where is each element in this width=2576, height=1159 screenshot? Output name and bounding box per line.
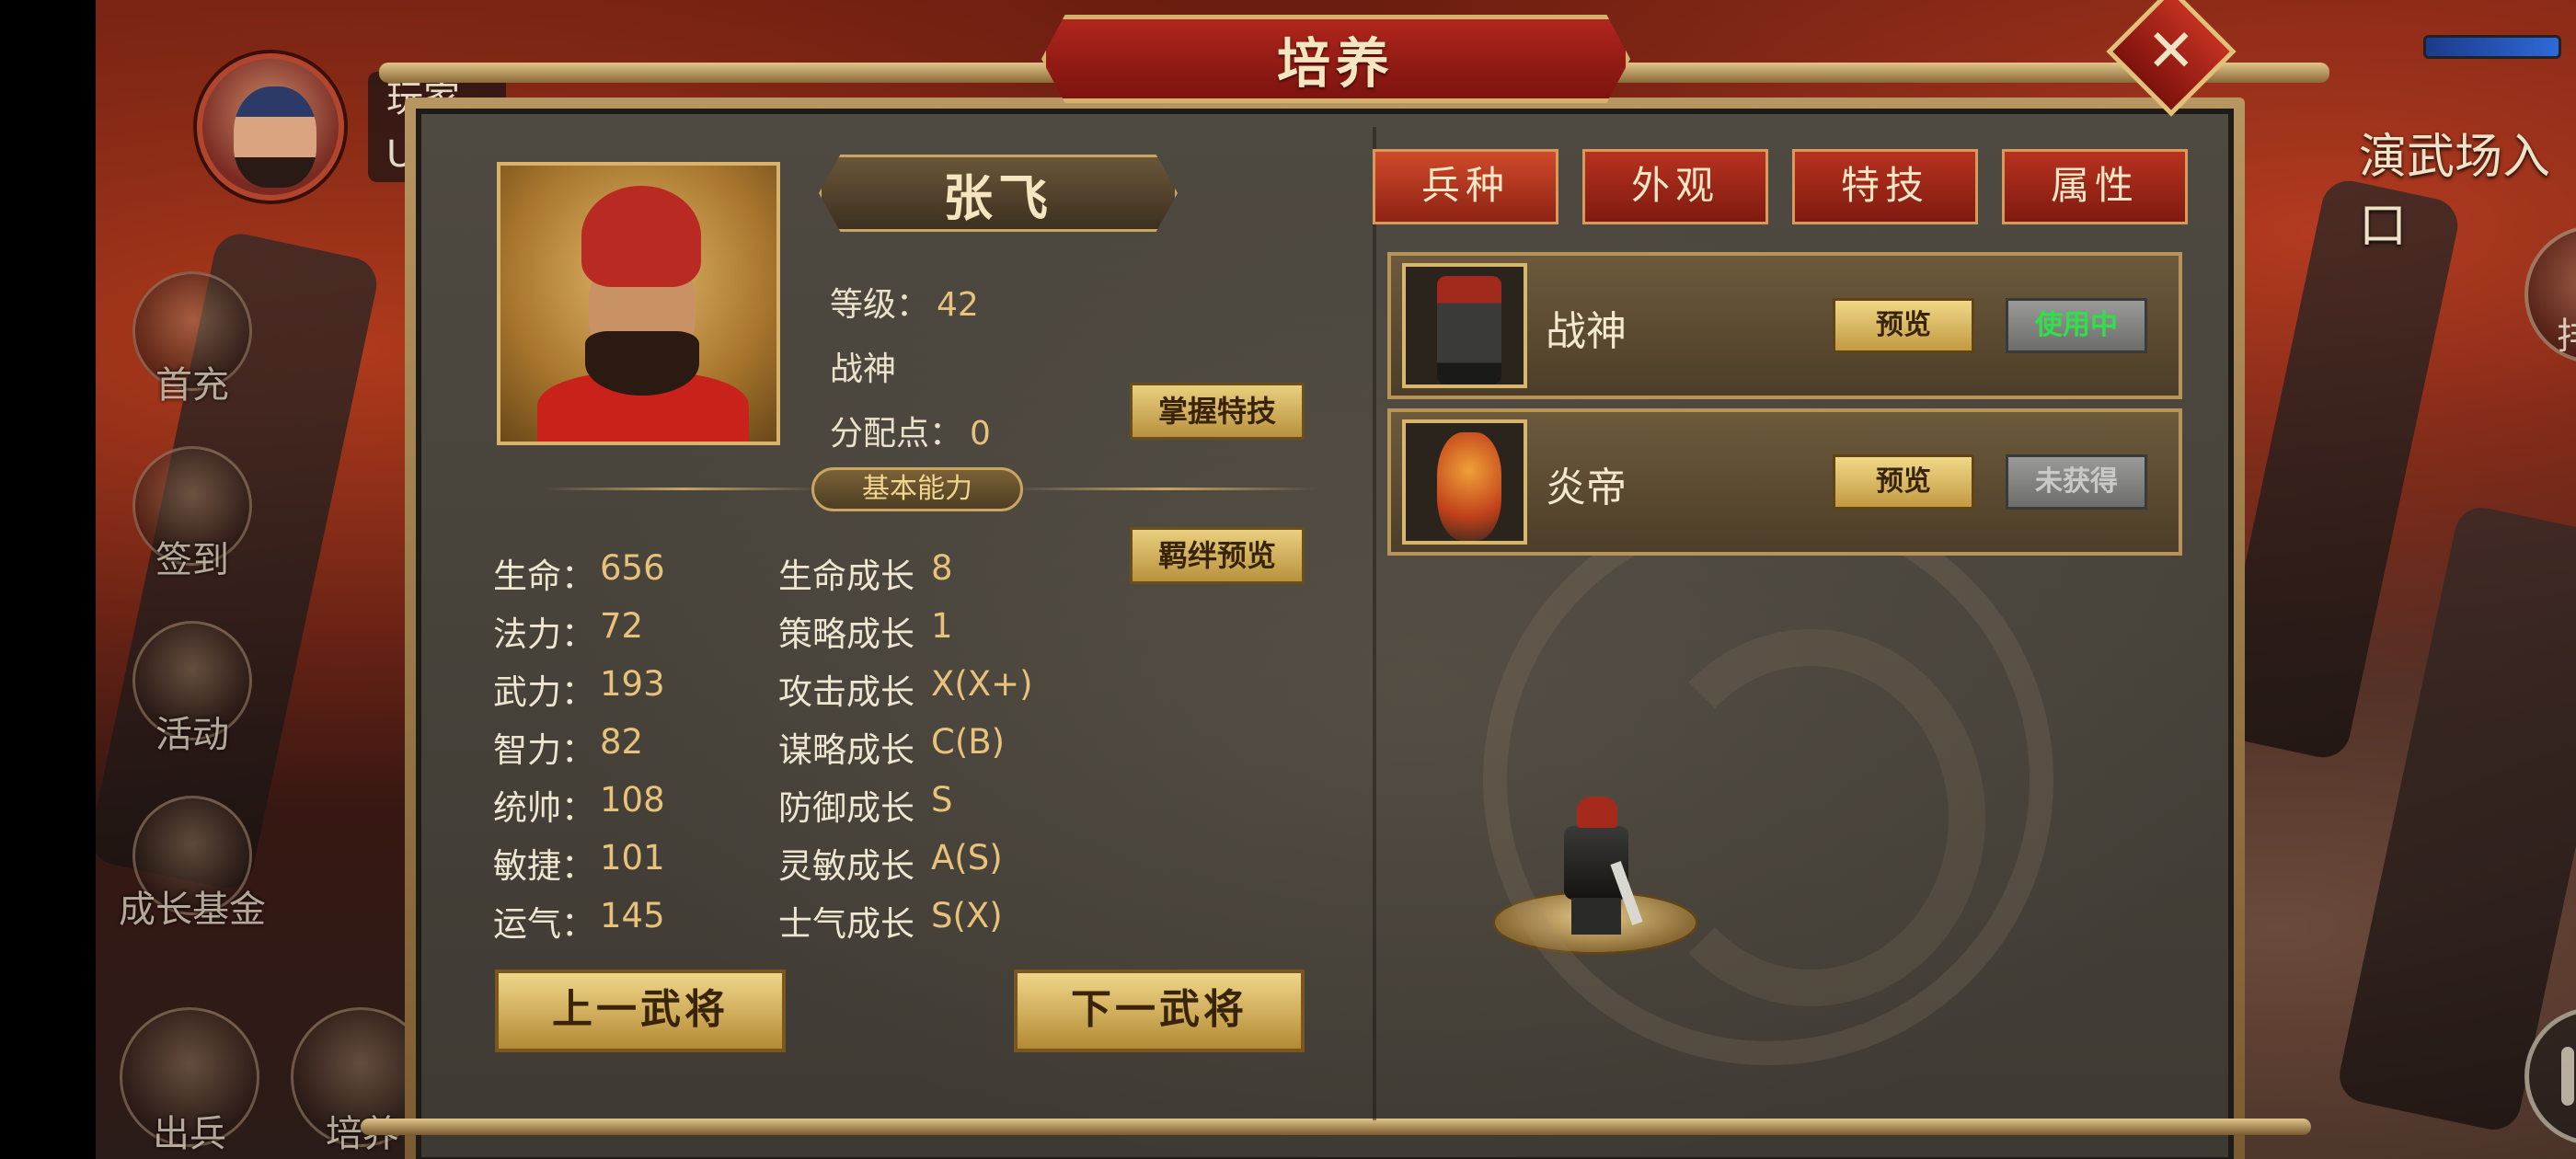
- panel-divider: [1373, 127, 1376, 1120]
- tab-special-skill[interactable]: 特技: [1792, 149, 1978, 224]
- section-line-left: [545, 488, 821, 490]
- general-portrait: [497, 162, 780, 445]
- stat-label: 运气：: [493, 904, 595, 944]
- growth-value: S(X): [931, 896, 1003, 935]
- stat-label: 生命：: [493, 557, 595, 596]
- growth-value: X(X+): [931, 664, 1033, 704]
- prev-general-button[interactable]: 上一武将: [495, 970, 786, 1052]
- sign-in-label: 签到: [155, 539, 229, 581]
- player-avatar[interactable]: [197, 53, 344, 201]
- preview-button[interactable]: 预览: [1833, 454, 1974, 510]
- dialog-bottom-rail: [361, 1119, 2311, 1135]
- growth-label: 生命成长: [778, 557, 914, 596]
- general-name: 张飞: [943, 168, 1053, 227]
- general-name-plate: 张飞: [819, 155, 1178, 232]
- stat-value: 145: [600, 896, 665, 935]
- troop-row-yandi[interactable]: 炎帝 预览 未获得: [1387, 408, 2182, 556]
- stat-value: 193: [600, 664, 665, 704]
- growth-label: 谋略成长: [778, 730, 914, 770]
- rank-glyph: 榜: [2528, 255, 2576, 308]
- growth-fund-label: 成长基金: [119, 889, 266, 931]
- troop-row-zhanshen[interactable]: 战神 预览 使用中: [1387, 252, 2182, 399]
- dispatch-label: 出兵: [153, 1113, 226, 1155]
- troop-icon: [1402, 263, 1527, 388]
- dragon-emblem: [1483, 495, 2053, 1065]
- growth-label: 策略成长: [778, 614, 914, 654]
- troop-type: 战神: [830, 350, 897, 388]
- growth-value: S: [931, 780, 953, 820]
- stat-label: 法力：: [493, 614, 595, 654]
- troop-figure: [1437, 432, 1501, 541]
- troop-icon: [1402, 419, 1527, 545]
- events-label: 活动: [155, 714, 229, 756]
- stat-label: 统帅：: [493, 788, 595, 828]
- resource-bar: [2423, 35, 2561, 59]
- stat-label: 敏捷：: [493, 846, 595, 886]
- dialog-title: 培养: [1276, 32, 1395, 95]
- growth-value: 1: [931, 606, 953, 646]
- basic-ability-title: 基本能力: [811, 467, 1023, 511]
- troop-name: 炎帝: [1546, 465, 1627, 511]
- growth-label: 攻击成长: [778, 672, 914, 712]
- status-not-obtained[interactable]: 未获得: [2006, 454, 2147, 510]
- growth-label: 防御成长: [778, 788, 914, 828]
- growth-value: 8: [931, 548, 953, 588]
- master-skill-button[interactable]: 掌握特技: [1130, 383, 1305, 440]
- stat-value: 108: [600, 780, 665, 820]
- tab-appearance[interactable]: 外观: [1582, 149, 1768, 224]
- status-in-use[interactable]: 使用中: [2006, 298, 2147, 353]
- section-line-right: [1014, 488, 1317, 490]
- points-value: 0: [970, 415, 991, 453]
- troop-figure: [1437, 276, 1501, 384]
- level-value: 42: [937, 286, 979, 324]
- troop-name: 战神: [1546, 308, 1627, 355]
- points-line: 分配点： 0: [830, 407, 991, 454]
- tab-troop-type[interactable]: 兵种: [1373, 149, 1558, 224]
- growth-value: A(S): [931, 838, 1003, 878]
- stat-value: 72: [600, 606, 644, 646]
- rank-label: 排行: [2557, 316, 2576, 358]
- stat-value: 101: [600, 838, 665, 878]
- first-recharge-label: 首充: [155, 364, 229, 407]
- stat-value: 82: [600, 722, 644, 762]
- train-dialog: 培养 ✕ 张飞 等级： 42 战神 分配点： 0 掌握特技 羁绊预览 基本能力 生命…: [361, 0, 2329, 1159]
- arena-entry-link[interactable]: 演武场入口: [2359, 118, 2576, 256]
- preview-button[interactable]: 预览: [1833, 298, 1974, 353]
- level-line: 等级： 42: [830, 278, 979, 326]
- stat-label: 武力：: [493, 672, 595, 712]
- troop-type-line: 战神: [830, 342, 896, 390]
- level-label: 等级：: [830, 286, 930, 324]
- tab-attributes[interactable]: 属性: [2002, 149, 2188, 224]
- bond-preview-button[interactable]: 羁绊预览: [1130, 527, 1305, 584]
- dialog-title-banner: 培养: [1041, 15, 1630, 103]
- points-label: 分配点：: [830, 415, 963, 453]
- growth-label: 灵敏成长: [778, 846, 914, 886]
- stat-label: 智力：: [493, 730, 595, 770]
- growth-label: 士气成长: [778, 904, 914, 944]
- close-icon: ✕: [2146, 17, 2196, 86]
- growth-value: C(B): [931, 722, 1006, 762]
- stat-value: 656: [600, 548, 665, 588]
- next-general-button[interactable]: 下一武将: [1014, 970, 1305, 1052]
